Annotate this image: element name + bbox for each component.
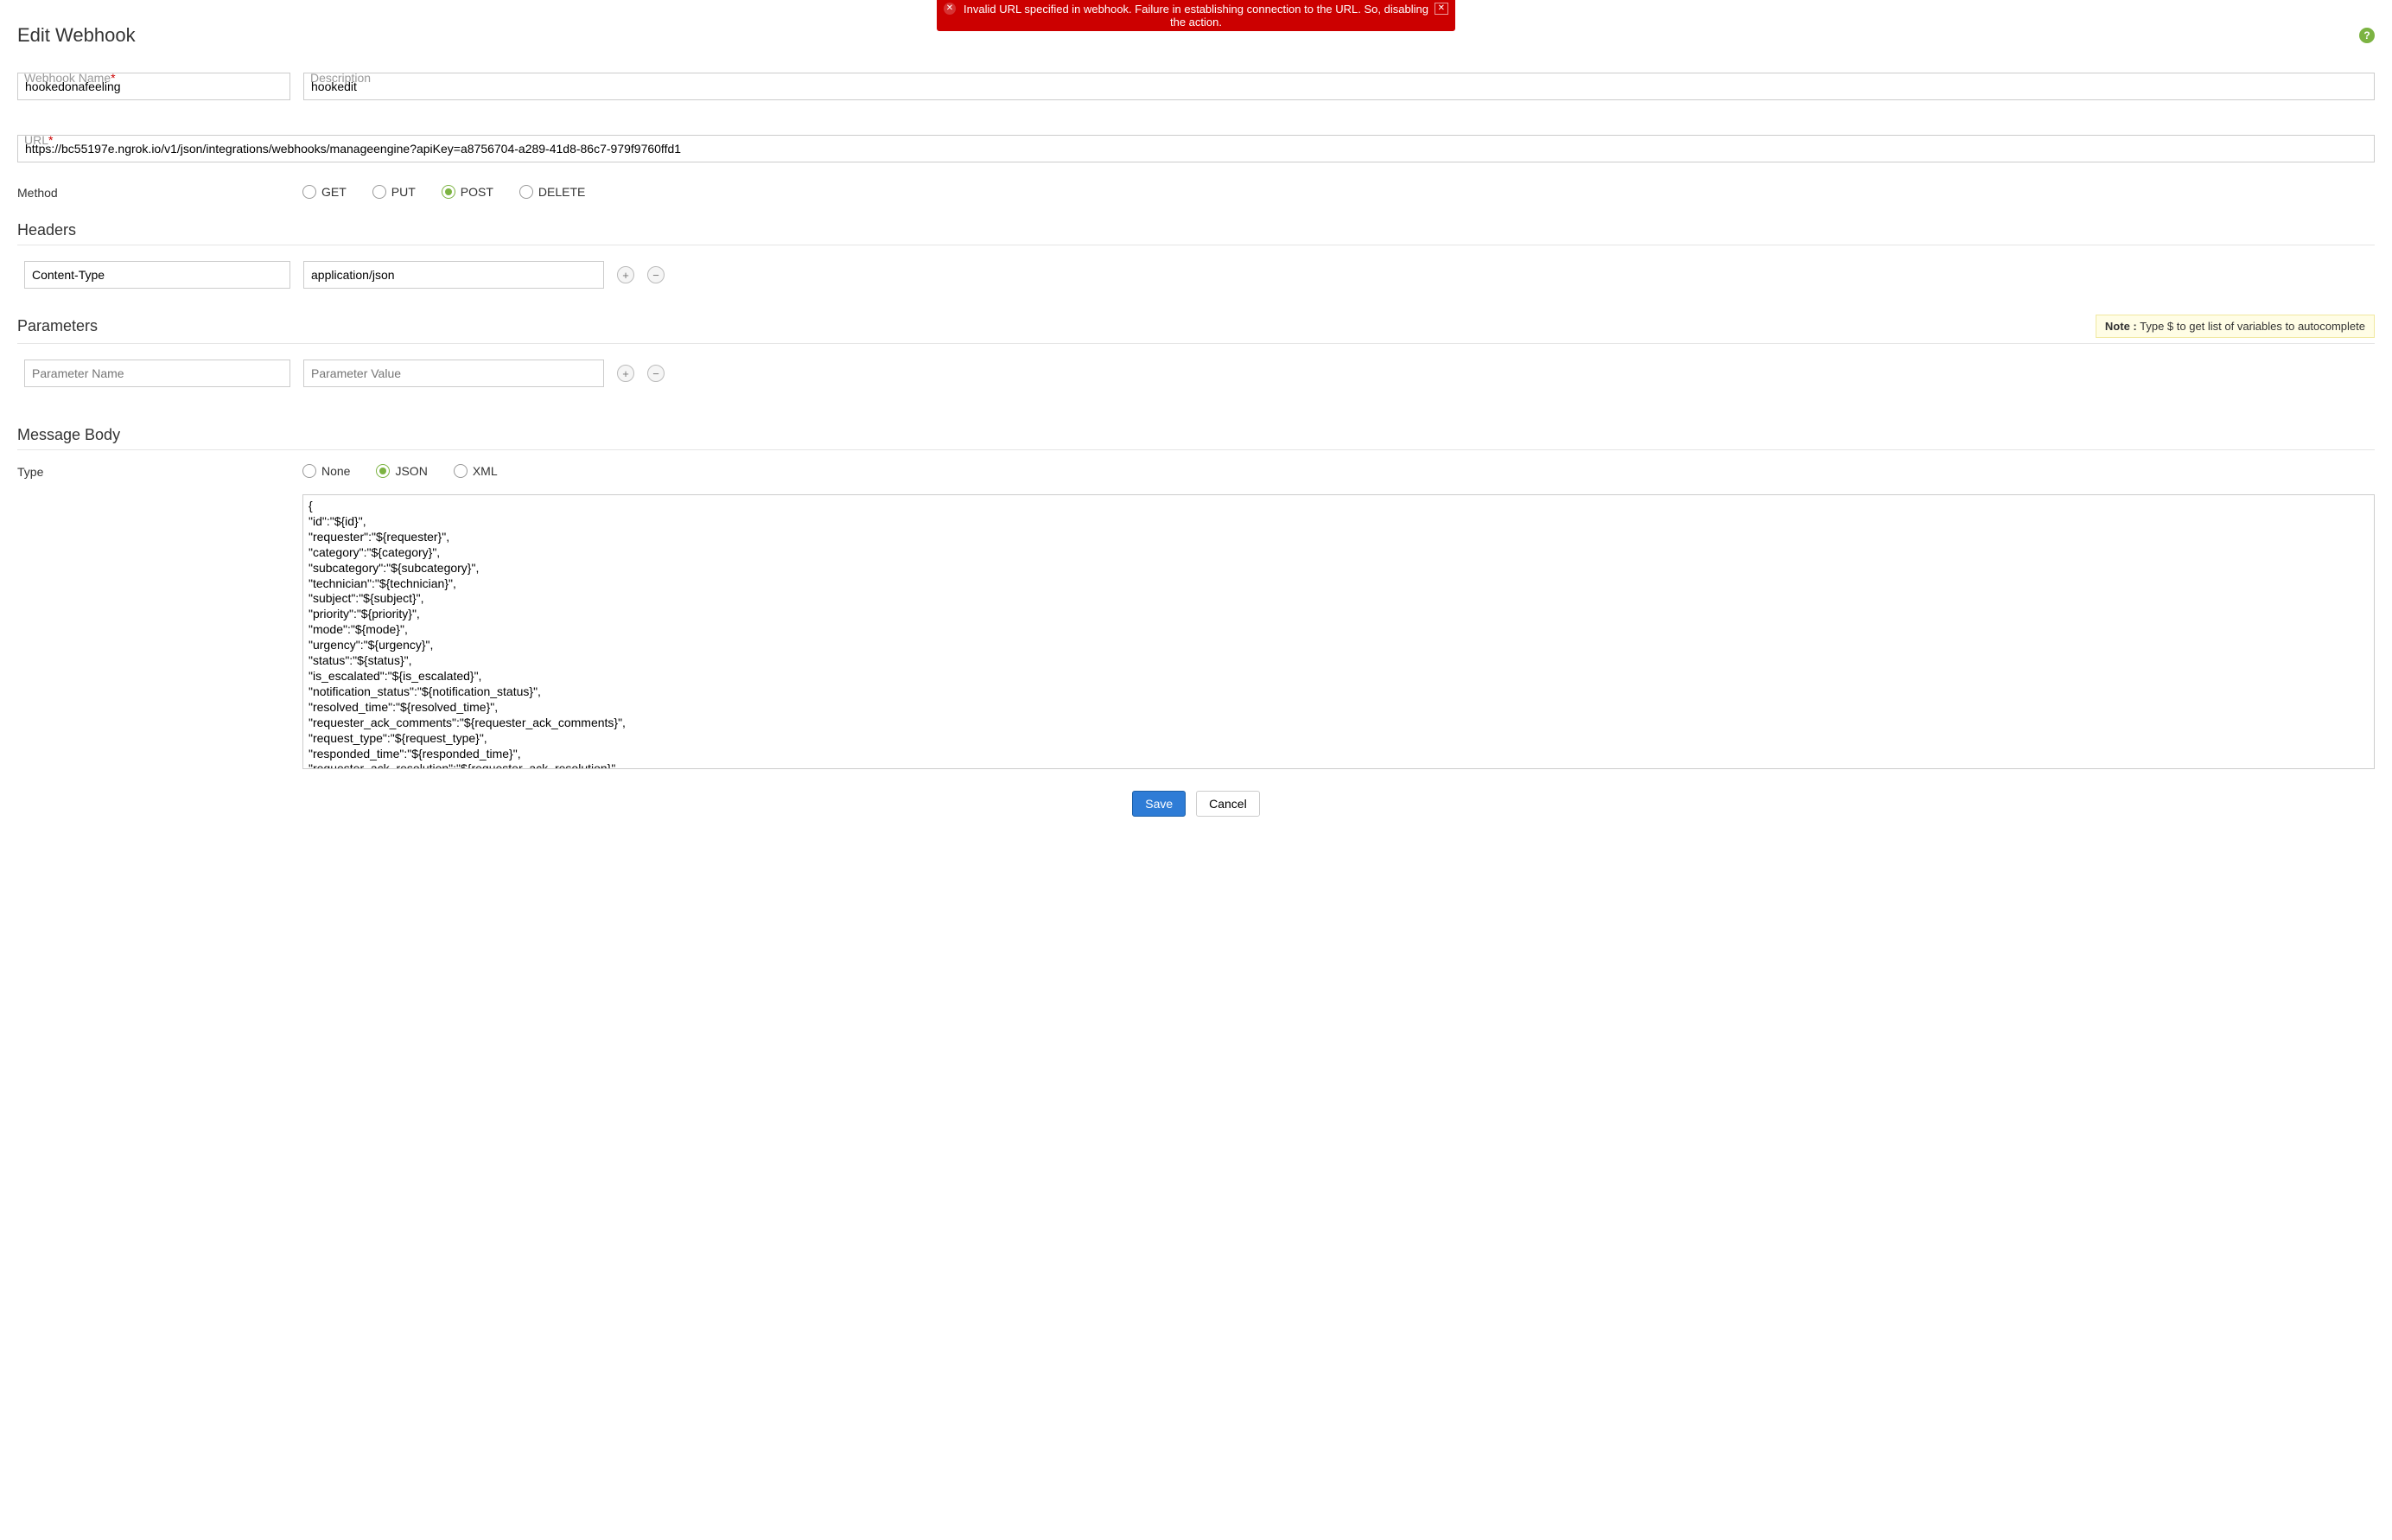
body-type-xml-radio[interactable]: XML (454, 464, 498, 478)
header-value-input[interactable] (303, 261, 604, 289)
cancel-button[interactable]: Cancel (1196, 791, 1260, 817)
alert-close-icon[interactable]: ✕ (1435, 3, 1448, 15)
header-row: + − (17, 261, 2375, 289)
add-parameter-icon[interactable]: + (617, 365, 634, 382)
radio-icon (302, 185, 316, 199)
radio-icon (519, 185, 533, 199)
method-radio-group: GET PUT POST DELETE (302, 185, 585, 199)
remove-parameter-icon[interactable]: − (647, 365, 665, 382)
radio-icon (442, 185, 455, 199)
method-label: Method (17, 184, 302, 200)
body-type-json-radio[interactable]: JSON (376, 464, 427, 478)
radio-icon (372, 185, 386, 199)
message-body-textarea[interactable] (302, 494, 2375, 769)
url-input[interactable] (17, 135, 2375, 162)
description-input[interactable] (303, 73, 2375, 100)
radio-icon (376, 464, 390, 478)
body-type-none-radio[interactable]: None (302, 464, 350, 478)
alert-banner: ✕ Invalid URL specified in webhook. Fail… (937, 0, 1455, 31)
message-body-section-title: Message Body (17, 426, 2375, 450)
method-post-radio[interactable]: POST (442, 185, 493, 199)
add-header-icon[interactable]: + (617, 266, 634, 283)
save-button[interactable]: Save (1132, 791, 1186, 817)
alert-info-icon: ✕ (944, 3, 956, 15)
parameter-value-input[interactable] (303, 360, 604, 387)
method-get-radio[interactable]: GET (302, 185, 347, 199)
headers-section-title: Headers (17, 221, 2375, 245)
method-put-radio[interactable]: PUT (372, 185, 416, 199)
remove-header-icon[interactable]: − (647, 266, 665, 283)
method-delete-radio[interactable]: DELETE (519, 185, 585, 199)
parameters-section-title: Parameters (17, 317, 98, 335)
webhook-name-input[interactable] (17, 73, 290, 100)
header-key-input[interactable] (24, 261, 290, 289)
alert-message: Invalid URL specified in webhook. Failur… (964, 3, 1428, 29)
parameter-name-input[interactable] (24, 360, 290, 387)
radio-icon (454, 464, 468, 478)
body-type-radio-group: None JSON XML (302, 464, 498, 478)
parameter-row: + − (17, 360, 2375, 387)
body-type-label: Type (17, 463, 302, 479)
radio-icon (302, 464, 316, 478)
parameters-note: Note : Type $ to get list of variables t… (2096, 315, 2375, 338)
